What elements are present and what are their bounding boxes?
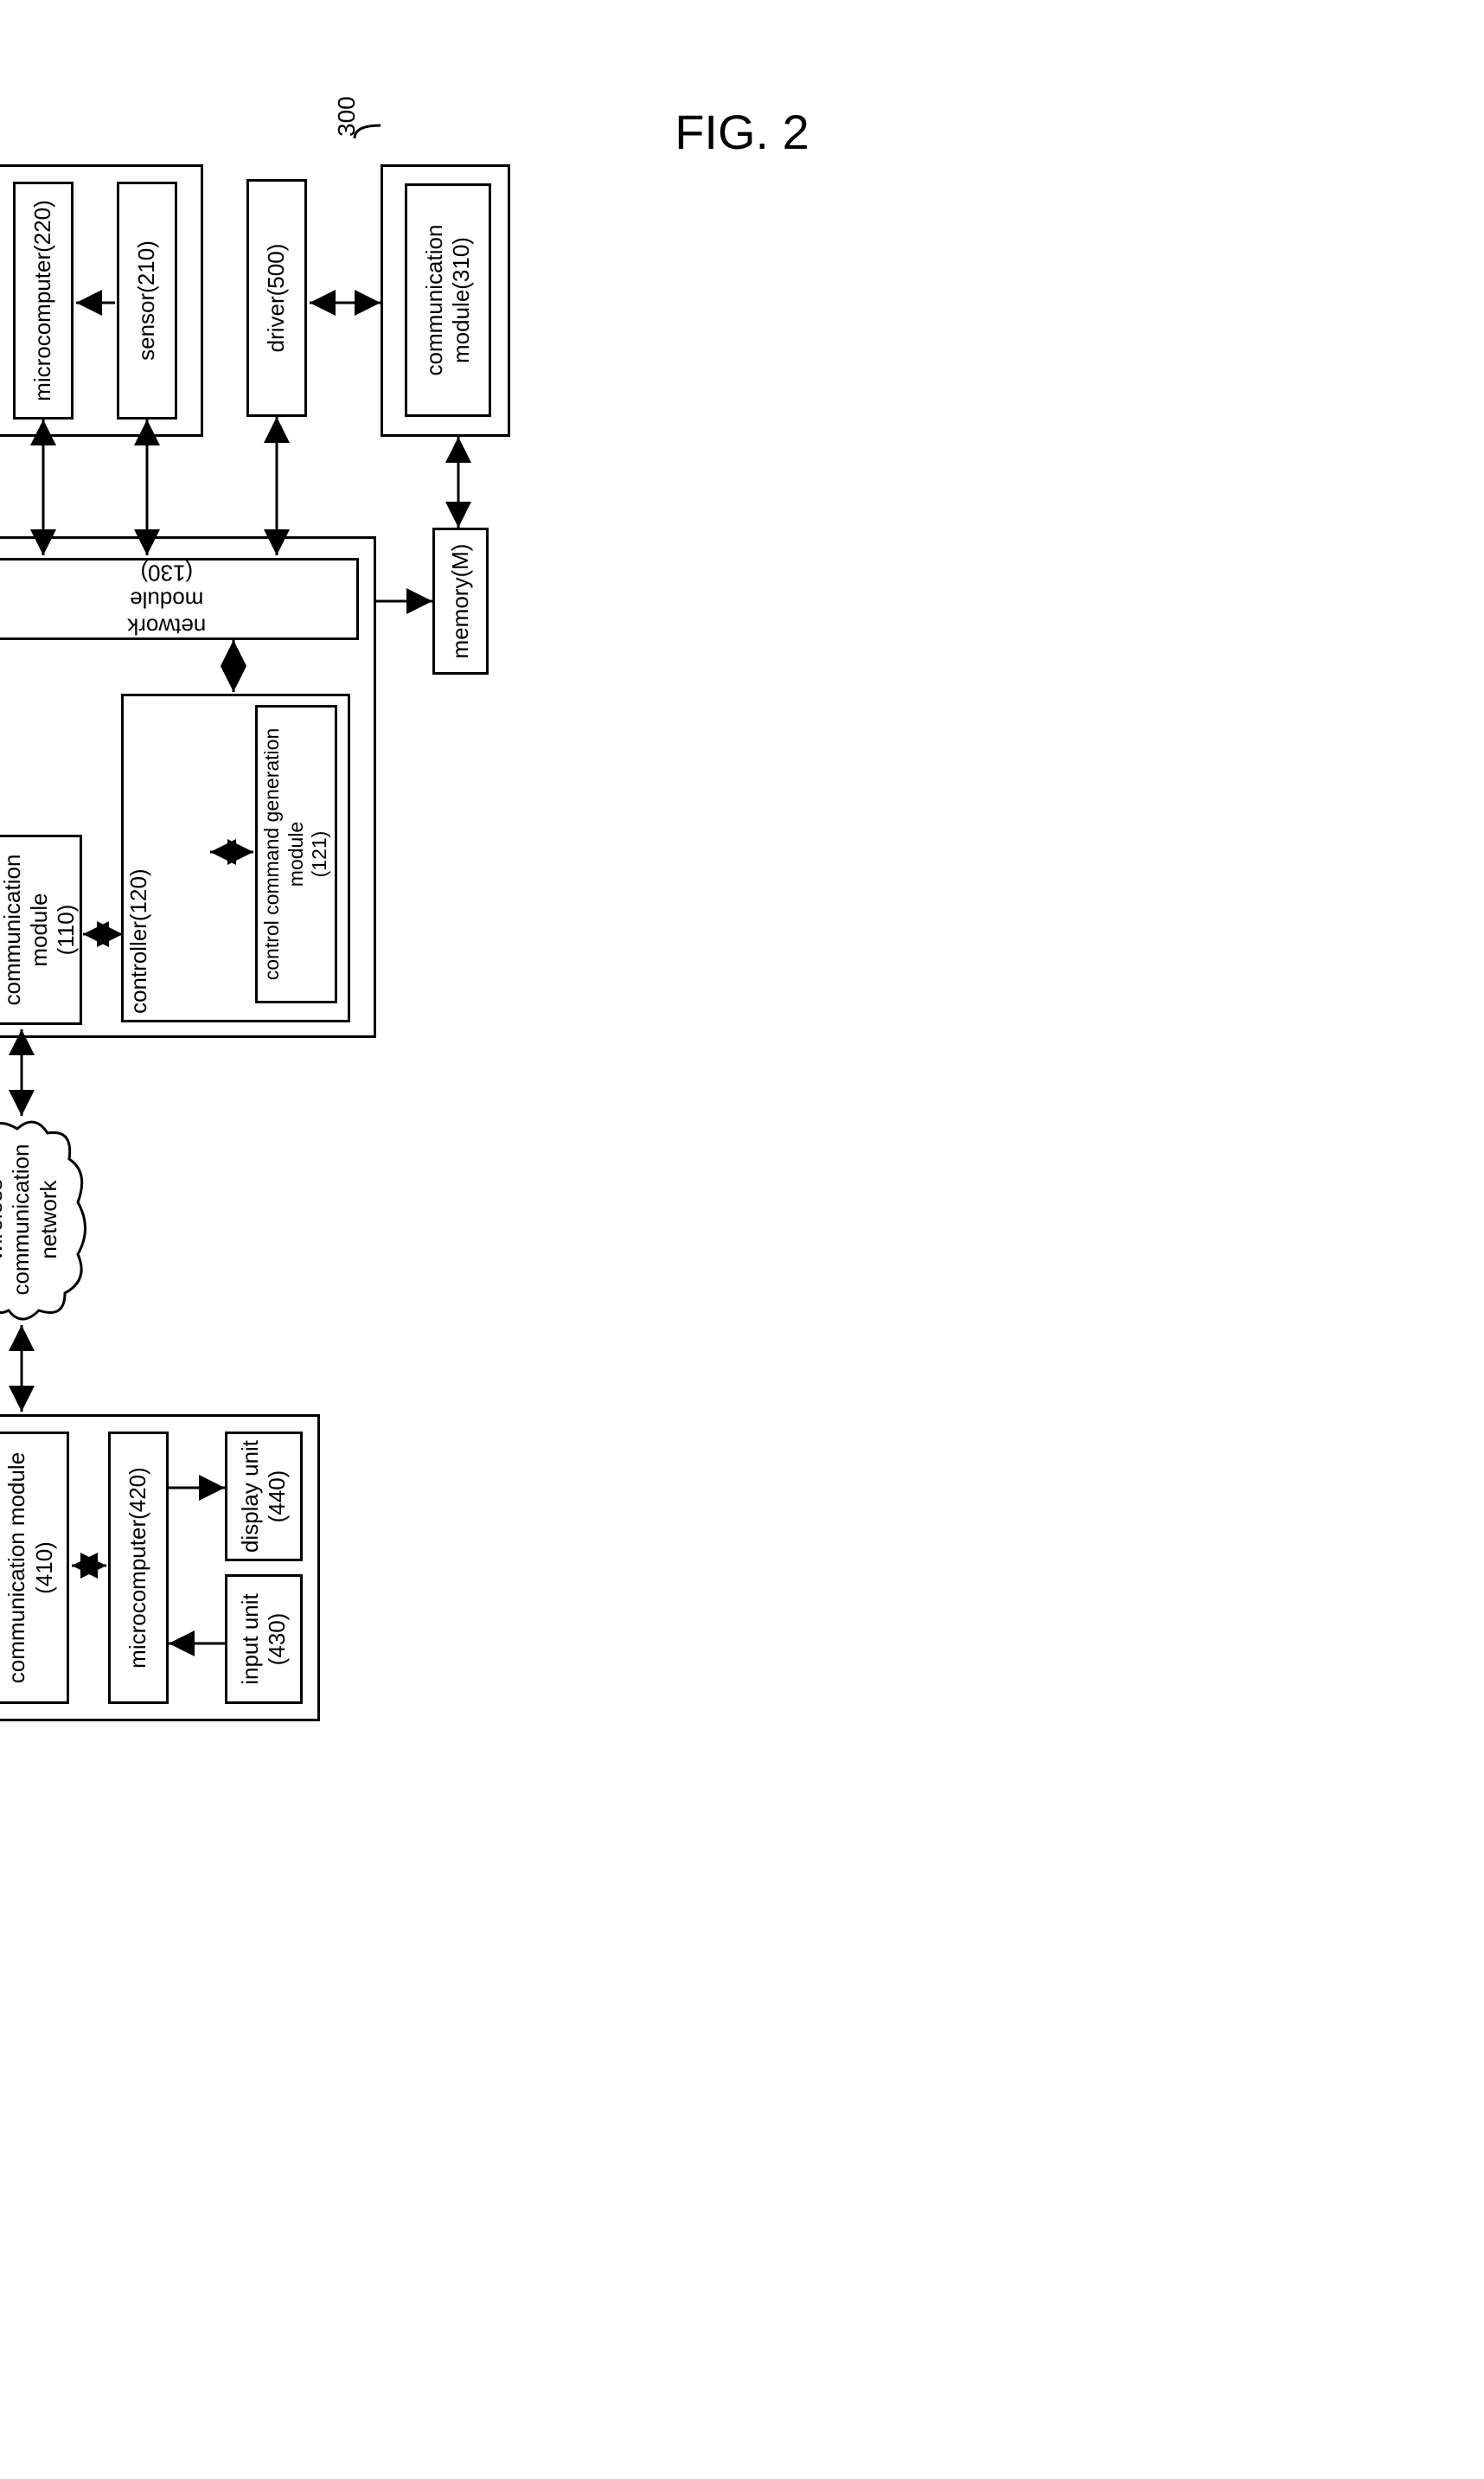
wireless-network-cloud: wireless communication network <box>0 1111 91 1328</box>
comm-module-300: communication module(310) <box>405 183 491 417</box>
controller-label: controller(120) <box>125 868 152 1014</box>
wireless-comm-module-100: wireless communication module (110) <box>0 835 82 1025</box>
wireless-comm-module-400: wireless communication module (410) <box>0 1432 69 1704</box>
wireless-network-label: wireless communication network <box>0 1144 62 1296</box>
memory: memory(M) <box>432 528 489 675</box>
diagram-container: 400 wireless communication module (410) … <box>0 666 1484 1756</box>
network-module-label: network module (130) <box>127 559 206 640</box>
input-unit: input unit (430) <box>225 1574 303 1704</box>
sensor: sensor(210) <box>117 182 177 420</box>
microcomputer-400: microcomputer(420) <box>108 1432 169 1704</box>
microcomputer-200: microcomputer(220) <box>13 182 74 420</box>
display-unit: display unit (440) <box>225 1432 303 1561</box>
driver: driver(500) <box>246 179 307 417</box>
network-module: network module (130) <box>0 558 359 640</box>
figure-title: FIG. 2 <box>0 104 1484 160</box>
ref-300: 300 <box>333 96 361 137</box>
ctrl-cmd-gen-module: control command generation module (121) <box>255 705 337 1003</box>
